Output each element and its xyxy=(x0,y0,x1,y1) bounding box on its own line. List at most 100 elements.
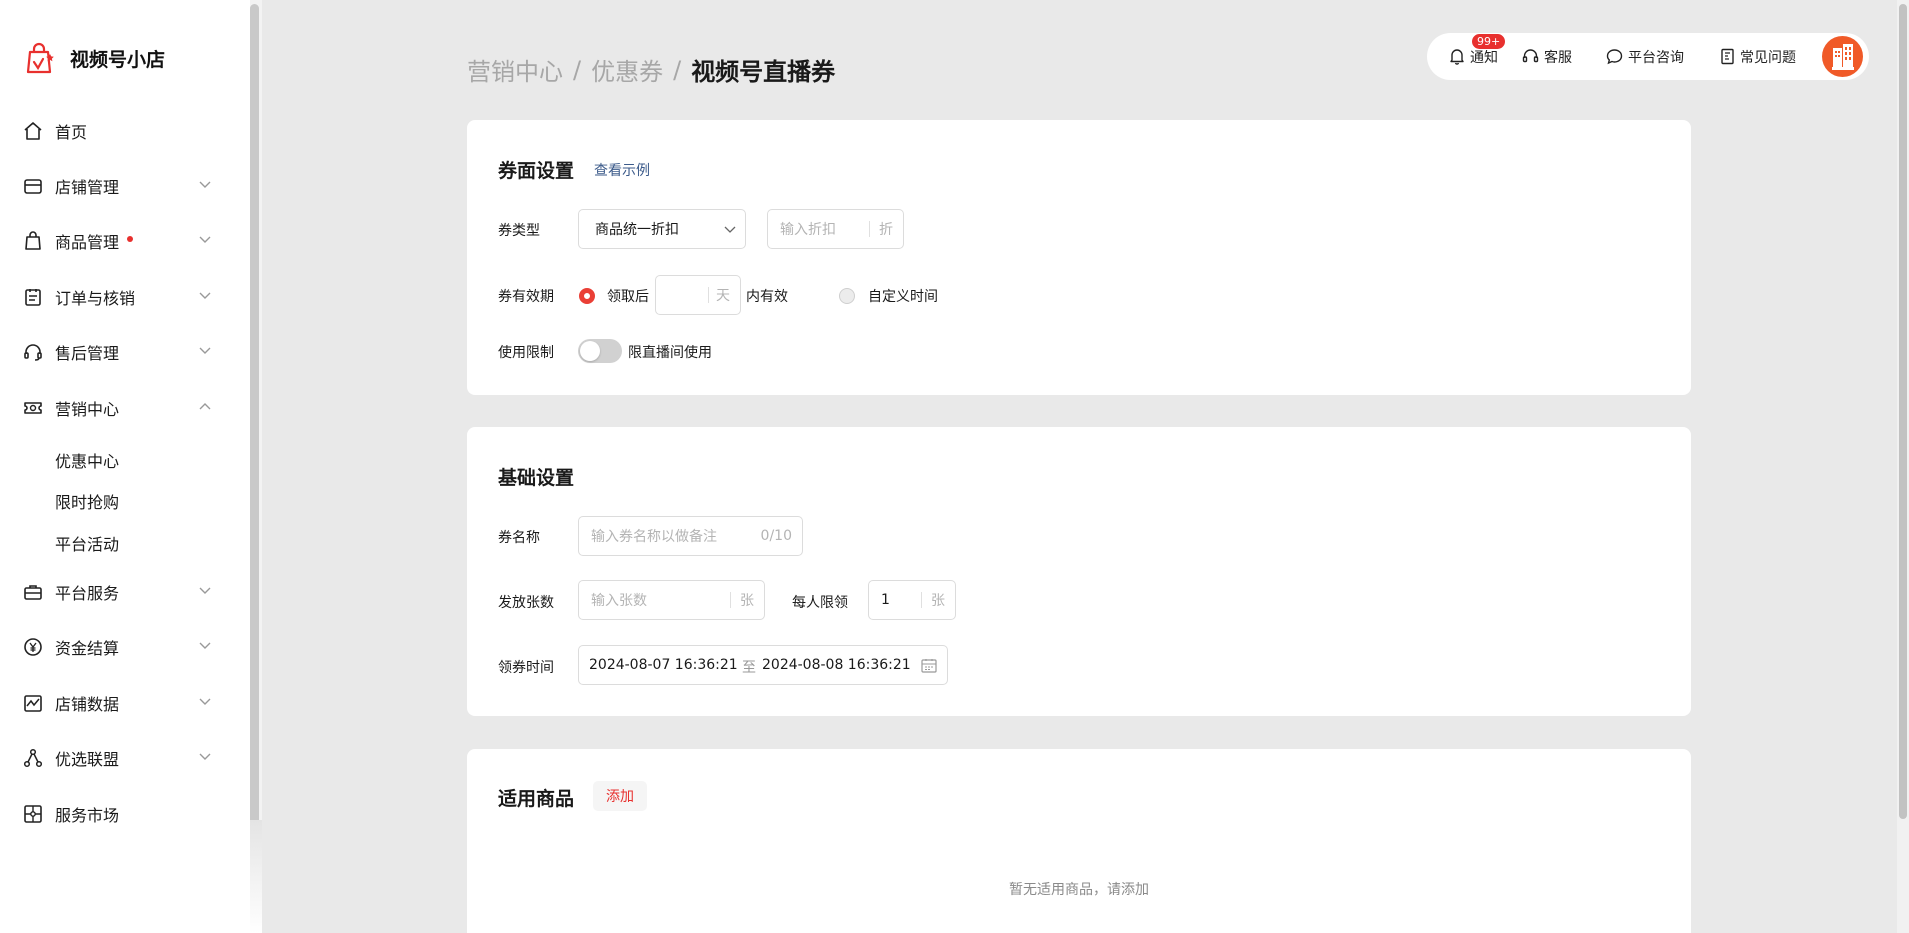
sidebar-item-label: 资金结算 xyxy=(55,639,120,658)
add-product-button[interactable]: 添加 xyxy=(593,781,647,811)
sidebar-item-label: 店铺数据 xyxy=(55,695,120,714)
notification-button[interactable]: 通知 99+ xyxy=(1449,32,1507,67)
sidebar-item-label: 商品管理 xyxy=(55,233,120,252)
faq-button[interactable]: 常见问题 xyxy=(1720,47,1796,67)
chevron-down-icon xyxy=(199,753,211,760)
chevron-down-icon xyxy=(199,236,211,243)
notification-label: 通知 xyxy=(1470,49,1498,66)
sidebar-item-products[interactable]: 商品管理 xyxy=(22,223,214,259)
sidebar-item-aftersales[interactable]: 售后管理 xyxy=(22,334,214,370)
live-only-toggle[interactable] xyxy=(578,339,622,363)
sidebar-subitem-discount-center[interactable]: 优惠中心 xyxy=(55,448,119,472)
sidebar-item-label: 店铺管理 xyxy=(55,178,120,197)
briefcase-icon xyxy=(22,581,44,603)
basic-settings-card: 基础设置 券名称 输入券名称以做备注 0/10 发放张数 输入张数 张 每人限领… xyxy=(467,427,1691,716)
customer-service-label: 客服 xyxy=(1544,49,1572,66)
headset-icon xyxy=(1522,49,1539,63)
chevron-up-icon xyxy=(199,403,211,410)
network-icon xyxy=(22,747,44,769)
breadcrumb-separator: / xyxy=(673,55,682,84)
coupon-face-title: 券面设置 xyxy=(498,160,575,182)
chevron-down-icon xyxy=(724,226,736,233)
char-counter: 0/10 xyxy=(760,528,792,544)
empty-state-text: 暂无适用商品，请添加 xyxy=(1009,882,1149,898)
platform-consult-button[interactable]: 平台咨询 xyxy=(1606,47,1684,67)
claim-time-range-picker[interactable]: 2024-08-07 16:36:21 至 2024-08-08 16:36:2… xyxy=(578,645,948,685)
faq-label: 常见问题 xyxy=(1740,49,1796,66)
applicable-products-title: 适用商品 xyxy=(498,788,575,810)
building-avatar-icon xyxy=(1831,43,1854,70)
applicable-products-card: 适用商品 添加 暂无适用商品，请添加 xyxy=(467,749,1691,933)
main-scrollbar[interactable] xyxy=(1897,0,1909,933)
sidebar-item-settlement[interactable]: 资金结算 xyxy=(22,629,214,665)
bell-icon xyxy=(1450,49,1464,65)
quantity-input[interactable]: 输入张数 张 xyxy=(578,580,765,620)
breadcrumb-coupons[interactable]: 优惠券 xyxy=(591,52,663,87)
chevron-down-icon xyxy=(199,587,211,594)
sidebar-item-platform-services[interactable]: 平台服务 xyxy=(22,574,214,610)
days-unit: 天 xyxy=(716,288,730,304)
sidebar-scroll-fade xyxy=(250,820,262,933)
platform-consult-label: 平台咨询 xyxy=(1628,49,1684,66)
per-user-limit-value: 1 xyxy=(881,592,890,608)
sidebar-item-service-market[interactable]: 服务市场 xyxy=(22,796,214,832)
sidebar-item-marketing[interactable]: 营销中心 xyxy=(22,390,214,426)
home-icon xyxy=(22,120,44,142)
input-divider xyxy=(730,592,731,608)
clipboard-icon xyxy=(22,286,44,308)
coupon-name-input[interactable]: 输入券名称以做备注 0/10 xyxy=(578,516,803,556)
sidebar-subitem-flash-sale[interactable]: 限时抢购 xyxy=(55,489,119,513)
sidebar-item-label: 优选联盟 xyxy=(55,750,120,769)
usage-limit-label: 使用限制 xyxy=(498,345,554,361)
coupon-type-select[interactable]: 商品统一折扣 xyxy=(578,209,746,249)
main-scrollbar-thumb[interactable] xyxy=(1899,4,1907,819)
notification-badge: 99+ xyxy=(1471,32,1507,50)
chevron-down-icon xyxy=(199,292,211,299)
sidebar-item-home[interactable]: 首页 xyxy=(22,113,214,149)
view-example-link[interactable]: 查看示例 xyxy=(594,160,650,180)
sidebar-item-alliance[interactable]: 优选联盟 xyxy=(22,740,214,776)
breadcrumb-marketing[interactable]: 营销中心 xyxy=(467,52,563,87)
breadcrumb-separator: / xyxy=(573,55,582,84)
start-time[interactable]: 2024-08-07 16:36:21 xyxy=(589,657,738,673)
shopping-bag-icon xyxy=(22,230,44,252)
per-user-limit-input[interactable]: 1 张 xyxy=(868,580,956,620)
end-time[interactable]: 2024-08-08 16:36:21 xyxy=(762,657,911,673)
sidebar-item-label: 平台服务 xyxy=(55,584,120,603)
top-toolbar: 通知 99+ 客服 平台咨询 常见问题 xyxy=(1427,32,1869,80)
sidebar-scrollbar-thumb[interactable] xyxy=(250,4,259,834)
avatar[interactable] xyxy=(1822,36,1863,77)
within-valid-label: 内有效 xyxy=(746,289,788,305)
valid-days-input[interactable]: 天 xyxy=(655,275,741,315)
sidebar-item-label: 首页 xyxy=(55,123,88,142)
sidebar-scrollbar[interactable] xyxy=(250,0,262,933)
after-claim-label: 领取后 xyxy=(607,289,649,305)
discount-placeholder: 输入折扣 xyxy=(780,222,836,238)
coupon-type-label: 券类型 xyxy=(498,223,540,239)
coupon-name-label: 券名称 xyxy=(498,530,540,546)
headset-icon xyxy=(22,341,44,363)
sidebar: 视频号小店 首页 店铺管理 商品管理 订单与核销 售后管理 营销中心 优惠中心 … xyxy=(0,0,250,933)
logo[interactable]: 视频号小店 xyxy=(26,42,165,74)
sidebar-item-label: 服务市场 xyxy=(55,806,120,825)
sidebar-item-store[interactable]: 店铺管理 xyxy=(22,168,214,204)
shop-logo-icon xyxy=(26,42,54,74)
custom-time-radio[interactable] xyxy=(839,288,855,304)
after-claim-radio[interactable] xyxy=(579,288,595,304)
discount-input[interactable]: 输入折扣 折 xyxy=(767,209,904,249)
customer-service-button[interactable]: 客服 xyxy=(1522,47,1572,67)
breadcrumb: 营销中心 / 优惠券 / 视频号直播券 xyxy=(467,52,835,87)
sidebar-item-orders[interactable]: 订单与核销 xyxy=(22,279,214,315)
quantity-placeholder: 输入张数 xyxy=(591,593,647,609)
sidebar-item-store-data[interactable]: 店铺数据 xyxy=(22,685,214,721)
range-separator: 至 xyxy=(742,660,756,676)
custom-time-label: 自定义时间 xyxy=(868,289,938,305)
sidebar-subitem-platform-activity[interactable]: 平台活动 xyxy=(55,531,119,555)
chart-icon xyxy=(22,692,44,714)
coupon-type-value: 商品统一折扣 xyxy=(595,222,679,238)
chevron-down-icon xyxy=(199,642,211,649)
app-name: 视频号小店 xyxy=(70,48,166,71)
input-divider xyxy=(708,287,709,303)
calendar-icon xyxy=(921,659,937,673)
chevron-down-icon xyxy=(199,181,211,188)
